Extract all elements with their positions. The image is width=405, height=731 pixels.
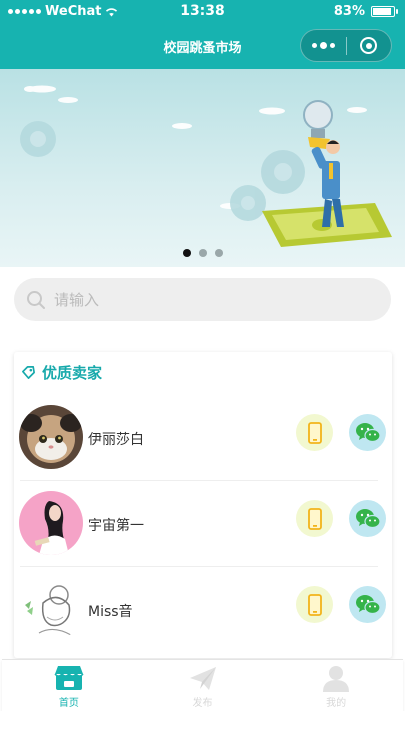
wechat-button[interactable] xyxy=(349,586,386,623)
wechat-icon xyxy=(355,508,381,528)
seller-row[interactable]: 宇宙第一 xyxy=(14,481,392,567)
search-icon xyxy=(27,290,45,309)
sketch-girl-avatar xyxy=(19,577,83,641)
banner-carousel[interactable] xyxy=(0,69,405,267)
shop-icon xyxy=(54,666,84,690)
girl-pink-avatar xyxy=(19,491,83,555)
battery-icon xyxy=(371,6,398,17)
quality-sellers-card: 优质卖家 伊丽莎白 宇宙第一 Miss音 xyxy=(14,352,392,658)
cat-avatar xyxy=(19,405,83,469)
close-button[interactable] xyxy=(346,37,391,54)
banner-illustration xyxy=(20,85,392,247)
app-screen: WeChat 13:38 83% 校园跳蚤市场 请输入 优质卖家 伊丽莎白 宇宙… xyxy=(0,0,405,731)
avatar xyxy=(19,405,83,469)
wechat-button[interactable] xyxy=(349,414,386,451)
tab-publish[interactable]: 发布 xyxy=(136,660,270,711)
tab-mine[interactable]: 我的 xyxy=(269,660,403,711)
sellers-header: 优质卖家 xyxy=(21,362,102,383)
target-circle-icon xyxy=(360,37,378,54)
seller-name: 宇宙第一 xyxy=(88,518,144,534)
top-bar: WeChat 13:38 83% 校园跳蚤市场 xyxy=(0,0,405,69)
pager-dot[interactable] xyxy=(214,249,223,257)
phone-icon xyxy=(307,507,322,530)
bottom-safe-area xyxy=(0,711,405,731)
tab-home[interactable]: 首页 xyxy=(2,660,136,711)
wechat-icon xyxy=(355,422,381,442)
phone-icon xyxy=(307,421,322,444)
wechat-button[interactable] xyxy=(349,500,386,537)
pager-dot[interactable] xyxy=(198,249,207,257)
wechat-icon xyxy=(355,594,381,614)
search-input[interactable] xyxy=(54,290,354,309)
call-button[interactable] xyxy=(296,586,333,623)
seller-name: 伊丽莎白 xyxy=(88,432,144,448)
status-right: 83% xyxy=(333,4,398,19)
carousel-pager xyxy=(0,249,405,257)
more-dots-icon[interactable] xyxy=(301,42,346,49)
call-button[interactable] xyxy=(296,500,333,537)
tab-label: 我的 xyxy=(326,698,347,709)
tag-icon xyxy=(22,366,35,379)
sellers-title: 优质卖家 xyxy=(42,364,103,382)
seller-row[interactable]: Miss音 xyxy=(14,567,392,653)
search-bar[interactable] xyxy=(14,278,391,321)
pager-dot[interactable] xyxy=(182,249,191,257)
tab-label: 发布 xyxy=(192,698,213,709)
avatar xyxy=(19,577,83,641)
avatar xyxy=(19,491,83,555)
seller-name: Miss音 xyxy=(88,604,133,620)
paper-plane-icon xyxy=(189,667,216,690)
call-button[interactable] xyxy=(296,414,333,451)
user-icon xyxy=(323,666,350,692)
status-bar: WeChat 13:38 83% xyxy=(0,0,405,24)
mini-program-capsule xyxy=(300,29,392,62)
tab-bar: 首页 发布 我的 xyxy=(2,659,403,711)
phone-icon xyxy=(307,593,322,616)
battery-percent: 83% xyxy=(333,4,365,19)
seller-row[interactable]: 伊丽莎白 xyxy=(14,395,392,481)
tab-label: 首页 xyxy=(58,698,79,709)
